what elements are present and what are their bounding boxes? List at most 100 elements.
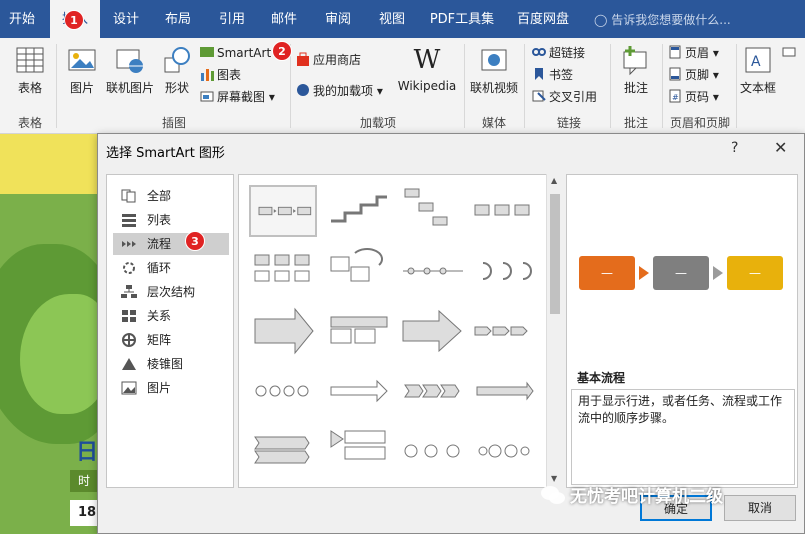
scroll-up-arrow[interactable]: ▲ bbox=[551, 176, 557, 185]
group-divider bbox=[524, 44, 525, 128]
category-hierarchy[interactable]: 层次结构 bbox=[113, 281, 229, 303]
document-heading-char: 日 bbox=[76, 440, 99, 465]
scroll-down-arrow[interactable]: ▼ bbox=[551, 474, 557, 483]
wikipedia-icon: W bbox=[413, 45, 441, 75]
cross-reference-icon bbox=[532, 90, 546, 102]
tab-design[interactable]: 设计 bbox=[104, 0, 148, 38]
category-all[interactable]: 全部 bbox=[113, 185, 229, 207]
layout-basic-process[interactable] bbox=[249, 185, 317, 237]
document-table-cell: 时 bbox=[70, 470, 100, 492]
video-icon bbox=[481, 49, 507, 71]
preview-description: 用于显示行进，或者任务、流程或工作流中的顺序步骤。 bbox=[571, 389, 795, 485]
lightbulb-icon: ◯ bbox=[594, 13, 608, 27]
tab-view[interactable]: 视图 bbox=[370, 0, 414, 38]
help-button[interactable]: ? bbox=[731, 140, 738, 156]
shapes-icon bbox=[164, 47, 190, 73]
hyperlink-button[interactable]: 超链接 bbox=[532, 43, 585, 63]
category-picture[interactable]: 图片 bbox=[113, 377, 229, 399]
screenshot-button[interactable]: 屏幕截图 ▾ bbox=[200, 87, 275, 107]
all-icon bbox=[121, 189, 136, 203]
layout-chevron-list[interactable] bbox=[399, 365, 467, 417]
tab-review[interactable]: 审阅 bbox=[316, 0, 360, 38]
group-header-footer-label: 页眉和页脚 bbox=[669, 116, 730, 130]
watermark-text: 无忧考吧计算机二级 bbox=[570, 487, 723, 507]
online-video-label: 联机视频 bbox=[469, 81, 518, 95]
chart-icon bbox=[201, 69, 214, 81]
category-list-type[interactable]: 列表 bbox=[113, 209, 229, 231]
layout-accent-process[interactable] bbox=[471, 185, 539, 237]
layout-continuous-block[interactable] bbox=[325, 245, 393, 297]
store-button[interactable]: 应用商店 bbox=[296, 50, 361, 70]
category-process[interactable]: 流程 bbox=[113, 233, 229, 255]
link-icon bbox=[532, 48, 546, 56]
category-cycle[interactable]: 循环 bbox=[113, 257, 229, 279]
layout-vertical-chevron-list[interactable] bbox=[325, 425, 393, 477]
page-number-button[interactable]: # 页码 ▾ bbox=[668, 87, 719, 107]
smartart-button[interactable]: SmartArt bbox=[200, 43, 271, 63]
layout-gallery bbox=[238, 174, 562, 488]
header-button[interactable]: 页眉 ▾ bbox=[668, 43, 719, 63]
layout-equation[interactable] bbox=[399, 425, 467, 477]
picture-icon bbox=[121, 381, 137, 395]
gallery-scrollbar[interactable]: ▲ ▼ bbox=[546, 174, 562, 488]
wikipedia-button[interactable]: W Wikipedia bbox=[396, 44, 458, 93]
layout-chevron-process[interactable] bbox=[249, 305, 317, 357]
tab-mailings[interactable]: 邮件 bbox=[262, 0, 306, 38]
layout-step-down-process[interactable] bbox=[399, 185, 467, 237]
pyramid-icon bbox=[122, 358, 136, 370]
layout-arrow-ribbon[interactable] bbox=[471, 365, 539, 417]
close-button[interactable]: ✕ bbox=[774, 138, 787, 157]
preview-panel: — — — 基本流程 用于显示行进，或者任务、流程或工作流中的顺序步骤。 bbox=[566, 174, 798, 488]
picture-button[interactable]: 图片 bbox=[64, 44, 100, 96]
table-label: 表格 bbox=[17, 81, 42, 95]
layout-alternating-flow[interactable] bbox=[249, 245, 317, 297]
tab-baidu-netdisk[interactable]: 百度网盘 bbox=[510, 0, 576, 38]
category-pyramid[interactable]: 棱锥图 bbox=[113, 353, 229, 375]
group-divider bbox=[662, 44, 663, 128]
tab-pdf-tools[interactable]: PDF工具集 bbox=[424, 0, 500, 38]
table-icon bbox=[16, 47, 44, 73]
layout-descending-process[interactable] bbox=[325, 305, 393, 357]
step-badge-2: 2 bbox=[272, 41, 292, 61]
process-icon bbox=[122, 241, 136, 247]
category-matrix[interactable]: 矩阵 bbox=[113, 329, 229, 351]
bookmark-button[interactable]: 书签 bbox=[532, 65, 573, 85]
group-illustrations-label: 插图 bbox=[161, 116, 186, 130]
scrollbar-thumb[interactable] bbox=[550, 194, 560, 314]
page-number-icon: # bbox=[669, 89, 681, 103]
tab-home[interactable]: 开始 bbox=[0, 0, 44, 38]
layout-bending-process[interactable] bbox=[325, 365, 393, 417]
chart-button[interactable]: 图表 bbox=[200, 65, 241, 85]
online-picture-button[interactable]: 联机图片 bbox=[104, 44, 156, 96]
tab-layout[interactable]: 布局 bbox=[156, 0, 200, 38]
category-relationship[interactable]: 关系 bbox=[113, 305, 229, 327]
tell-me-box[interactable]: ◯ 告诉我您想要做什么... bbox=[594, 0, 731, 38]
group-media-label: 媒体 bbox=[481, 116, 506, 130]
layout-step-up-process[interactable] bbox=[325, 185, 393, 237]
group-table-label: 表格 bbox=[17, 116, 42, 130]
layout-process-arrows[interactable] bbox=[399, 305, 467, 357]
footer-button[interactable]: 页脚 ▾ bbox=[668, 65, 719, 85]
ribbon-tab-bar: 开始 插入 设计 布局 引用 邮件 审阅 视图 PDF工具集 百度网盘 ◯ 告诉… bbox=[0, 0, 805, 38]
comment-icon bbox=[623, 46, 647, 76]
layout-circle-accent-timeline[interactable] bbox=[471, 305, 539, 357]
layout-vertical-chevron[interactable] bbox=[249, 425, 317, 477]
table-button[interactable]: 表格 bbox=[10, 44, 50, 96]
more-text-button[interactable] bbox=[782, 43, 802, 63]
layout-circle-process[interactable] bbox=[249, 365, 317, 417]
comment-button[interactable]: 批注 bbox=[616, 44, 656, 96]
textbox-button[interactable]: A 文本框 bbox=[738, 44, 778, 96]
layout-converging-circles[interactable] bbox=[471, 425, 539, 477]
layout-increasing-arrows[interactable] bbox=[399, 245, 467, 297]
shapes-button[interactable]: 形状 bbox=[160, 44, 194, 96]
cross-reference-button[interactable]: 交叉引用 bbox=[532, 87, 597, 107]
layout-segmented-process[interactable] bbox=[471, 245, 539, 297]
addins-icon bbox=[297, 84, 309, 96]
arrow-right-icon bbox=[713, 266, 723, 280]
svg-text:#: # bbox=[672, 93, 679, 102]
cancel-button[interactable]: 取消 bbox=[724, 495, 796, 521]
online-video-button[interactable]: 联机视频 bbox=[468, 44, 520, 96]
group-addins-label: 加载项 bbox=[359, 116, 396, 130]
tab-references[interactable]: 引用 bbox=[210, 0, 254, 38]
my-addins-button[interactable]: 我的加载项 ▾ bbox=[296, 81, 383, 101]
